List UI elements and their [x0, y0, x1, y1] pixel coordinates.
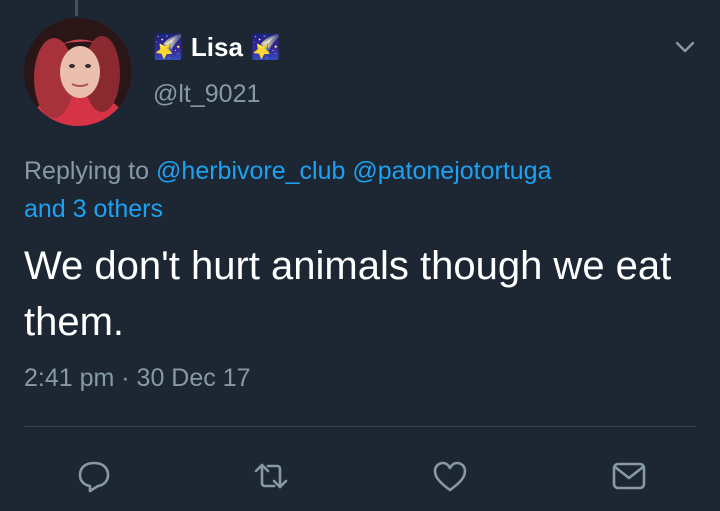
author-display-name[interactable]: Lisa: [191, 32, 243, 63]
retweet-icon: [254, 463, 288, 489]
mention-link[interactable]: @herbivore_club: [156, 157, 345, 185]
and-others-link[interactable]: and 3 others: [24, 195, 163, 223]
thread-connector-line: [75, 0, 78, 16]
shooting-star-emoji: 🌠: [250, 33, 281, 61]
avatar-photo: [24, 18, 132, 126]
message-button[interactable]: [605, 452, 653, 500]
reply-button[interactable]: [70, 452, 118, 500]
avatar[interactable]: [24, 18, 132, 126]
reply-icon: [78, 461, 110, 493]
divider: [24, 426, 696, 427]
tweet-timestamp[interactable]: 2:41 pm · 30 Dec 17: [24, 364, 251, 393]
replying-to-line: Replying to @herbivore_club @patonejotor…: [24, 152, 694, 228]
shooting-star-emoji: 🌠: [153, 33, 183, 61]
mail-icon: [612, 462, 646, 490]
author-handle[interactable]: @lt_9021: [153, 80, 260, 109]
author-name-row[interactable]: 🌠 Lisa 🌠: [153, 32, 281, 63]
like-button[interactable]: [426, 452, 474, 500]
tweet-text: We don't hurt animals though we eat them…: [24, 244, 672, 344]
replying-prefix: Replying to: [24, 157, 157, 185]
heart-icon: [433, 461, 467, 492]
mention-link[interactable]: @patonejotortuga: [352, 157, 551, 185]
action-bar: [0, 452, 720, 502]
chevron-down-icon[interactable]: [674, 36, 696, 58]
retweet-button[interactable]: [247, 452, 295, 500]
